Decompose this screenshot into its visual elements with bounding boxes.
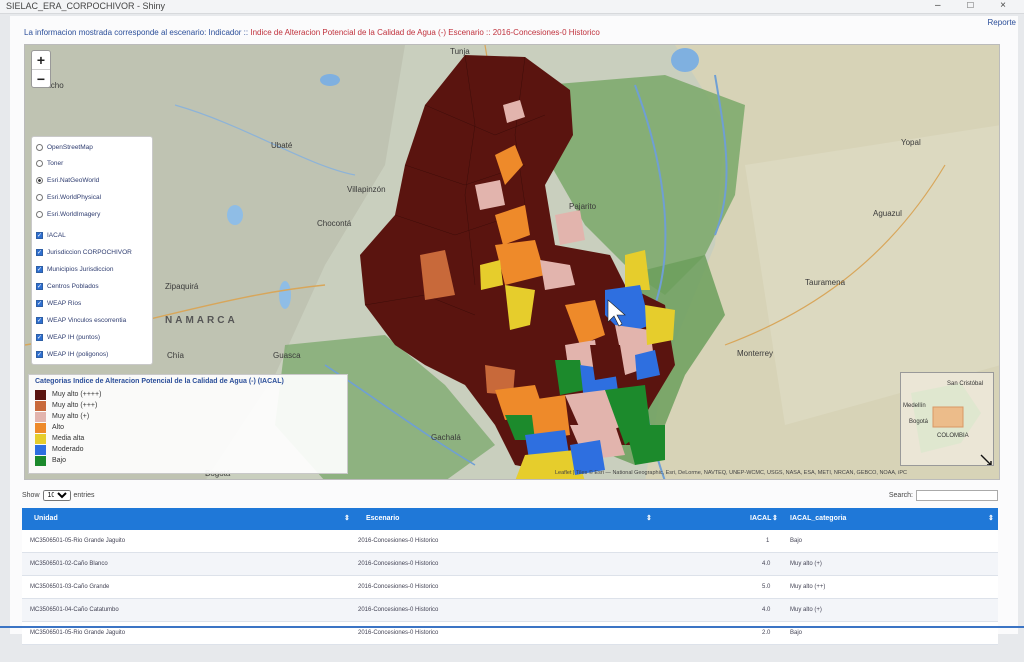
legend-item: Muy alto (+++) [35,400,97,411]
legend-swatch [35,400,46,411]
show-label: Show [22,492,40,499]
table-header: Unidad ⇕ Escenario ⇕ IACAL ⇕ IACAL_categ… [22,508,998,530]
base-layer-option[interactable]: Toner [36,157,63,169]
checkbox-checked-icon[interactable]: ✓ [36,282,43,290]
checkbox-checked-icon[interactable]: ✓ [36,299,43,307]
overlay-option[interactable]: ✓ WEAP IH (puntos) [36,331,100,343]
overlay-option[interactable]: ✓ WEAP IH (poligonos) [36,348,108,360]
legend-swatch [35,444,46,455]
column-header-unidad[interactable]: Unidad [34,515,58,522]
minimap-label: Bogotá [909,419,929,425]
search-input[interactable] [916,490,998,501]
info-scenario: 2016-Concesiones-0 Historico [492,28,600,37]
checkbox-checked-icon[interactable]: ✓ [36,248,43,256]
info-mid: Escenario :: [446,28,493,37]
column-header-iacal[interactable]: IACAL [750,515,771,522]
info-prefix: La informacion mostrada corresponde al e… [24,28,251,37]
map-label-choconta: Chocontá [317,219,352,228]
zoom-in-button[interactable]: + [32,51,50,69]
radio-icon[interactable] [36,193,43,201]
legend-item: Moderado [35,444,84,455]
map-label-gachala: Gachalá [431,433,461,442]
map-label-pajarito: Pajarito [569,202,597,211]
window-controls[interactable]: – □ × [935,0,1018,11]
map-label-aguazul: Aguazul [873,209,902,218]
legend-item: Muy alto (+) [35,411,89,422]
sort-icon[interactable]: ⇕ [988,514,994,522]
search-control: Search: [889,490,998,501]
radio-icon[interactable] [36,143,43,151]
legend-swatch [35,389,46,400]
overlay-option[interactable]: ✓ Jurisdiccion CORPOCHIVOR [36,246,132,258]
entries-label: entries [73,492,95,499]
map-label-guasca: Guasca [273,351,301,360]
map-attribution[interactable]: Leaflet | Tiles © Esri — National Geogra… [555,470,907,476]
legend-item: Muy alto (++++) [35,389,101,400]
window-titlebar: SIELAC_ERA_CORPOCHIVOR - Shiny – □ × [0,0,1024,14]
minimap-label: Medellín [903,403,926,409]
map-label-chia: Chía [167,351,184,360]
layer-control: OpenStreetMap Toner Esri.NatGeoWorld Esr… [31,136,153,365]
map-label-ubate: Ubaté [271,141,293,150]
report-link[interactable]: Reporte [988,18,1016,27]
map-label-yopal: Yopal [901,138,921,147]
radio-selected-icon[interactable] [36,176,43,184]
checkbox-checked-icon[interactable]: ✓ [36,231,43,239]
legend-swatch [35,433,46,444]
checkbox-checked-icon[interactable]: ✓ [36,350,43,358]
map-label-villapinzon: Villapinzón [347,185,386,194]
map-label-monterrey: Monterrey [737,349,774,358]
info-indicator: Indice de Alteracion Potencial de la Cal… [250,28,447,37]
results-table: Unidad ⇕ Escenario ⇕ IACAL ⇕ IACAL_categ… [22,508,998,645]
minimap-label: COLOMBIA [937,433,969,439]
base-layer-option[interactable]: OpenStreetMap [36,141,93,153]
legend-swatch [35,422,46,433]
overlay-option[interactable]: ✓ Centros Poblados [36,280,99,292]
table-row[interactable]: MC3506501-05-Rio Grande Jaguito 2016-Con… [22,530,998,553]
map-label-zipaquira: Zipaquirá [165,282,199,291]
zoom-control: + − [31,50,51,88]
scenario-info: La informacion mostrada corresponde al e… [24,28,600,37]
overlay-option[interactable]: ✓ Municipios Jurisdiccion [36,263,113,275]
base-layer-option[interactable]: Esri.WorldPhysical [36,191,101,203]
window-title: SIELAC_ERA_CORPOCHIVOR - Shiny [6,1,166,11]
table-row[interactable]: MC3506501-04-Caño Catatumbo 2016-Concesi… [22,599,998,622]
page-size-select[interactable]: 10 [42,490,71,501]
table-controls: Show 10 entries Search: [22,490,998,504]
screen-bottom-bar [0,626,1024,628]
minimap[interactable]: San Cristóbal Medellín Bogotá COLOMBIA [900,372,994,466]
radio-icon[interactable] [36,159,43,167]
map-label-tauramena: Tauramena [805,278,846,287]
column-header-iacal-categoria[interactable]: IACAL_categoria [790,515,846,522]
legend-item: Bajo [35,455,66,466]
legend-item: Alto [35,422,64,433]
sort-icon[interactable]: ⇕ [772,514,778,522]
overlay-option[interactable]: ✓ WEAP Vinculos escorrentia [36,314,126,326]
table-row[interactable]: MC3506501-02-Caño Blanco 2016-Concesione… [22,553,998,576]
checkbox-checked-icon[interactable]: ✓ [36,265,43,273]
map-legend: Categorias Indice de Alteracion Potencia… [28,374,348,474]
column-header-escenario[interactable]: Escenario [366,515,399,522]
legend-swatch [35,455,46,466]
legend-swatch [35,411,46,422]
checkbox-checked-icon[interactable]: ✓ [36,333,43,341]
sort-icon[interactable]: ⇕ [344,514,350,522]
table-row[interactable]: MC3506501-03-Caño Grande 2016-Concesione… [22,576,998,599]
map-label-tunja: Tunja [450,47,470,56]
zoom-out-button[interactable]: − [32,69,50,87]
legend-title: Categorias Indice de Alteracion Potencia… [35,378,284,385]
legend-item: Media alta [35,433,84,444]
base-layer-option[interactable]: Esri.WorldImagery [36,208,100,220]
base-layer-option[interactable]: Esri.NatGeoWorld [36,174,99,186]
sort-icon[interactable]: ⇕ [646,514,652,522]
minimap-label: San Cristóbal [947,381,984,387]
checkbox-checked-icon[interactable]: ✓ [36,316,43,324]
overlay-option[interactable]: ✓ IACAL [36,229,66,241]
page-size-control: Show 10 entries [22,490,95,501]
search-label: Search: [888,492,913,499]
radio-icon[interactable] [36,210,43,218]
map-label-cundinamarca: NAMARCA [165,315,238,326]
overlay-option[interactable]: ✓ WEAP Ríos [36,297,81,309]
